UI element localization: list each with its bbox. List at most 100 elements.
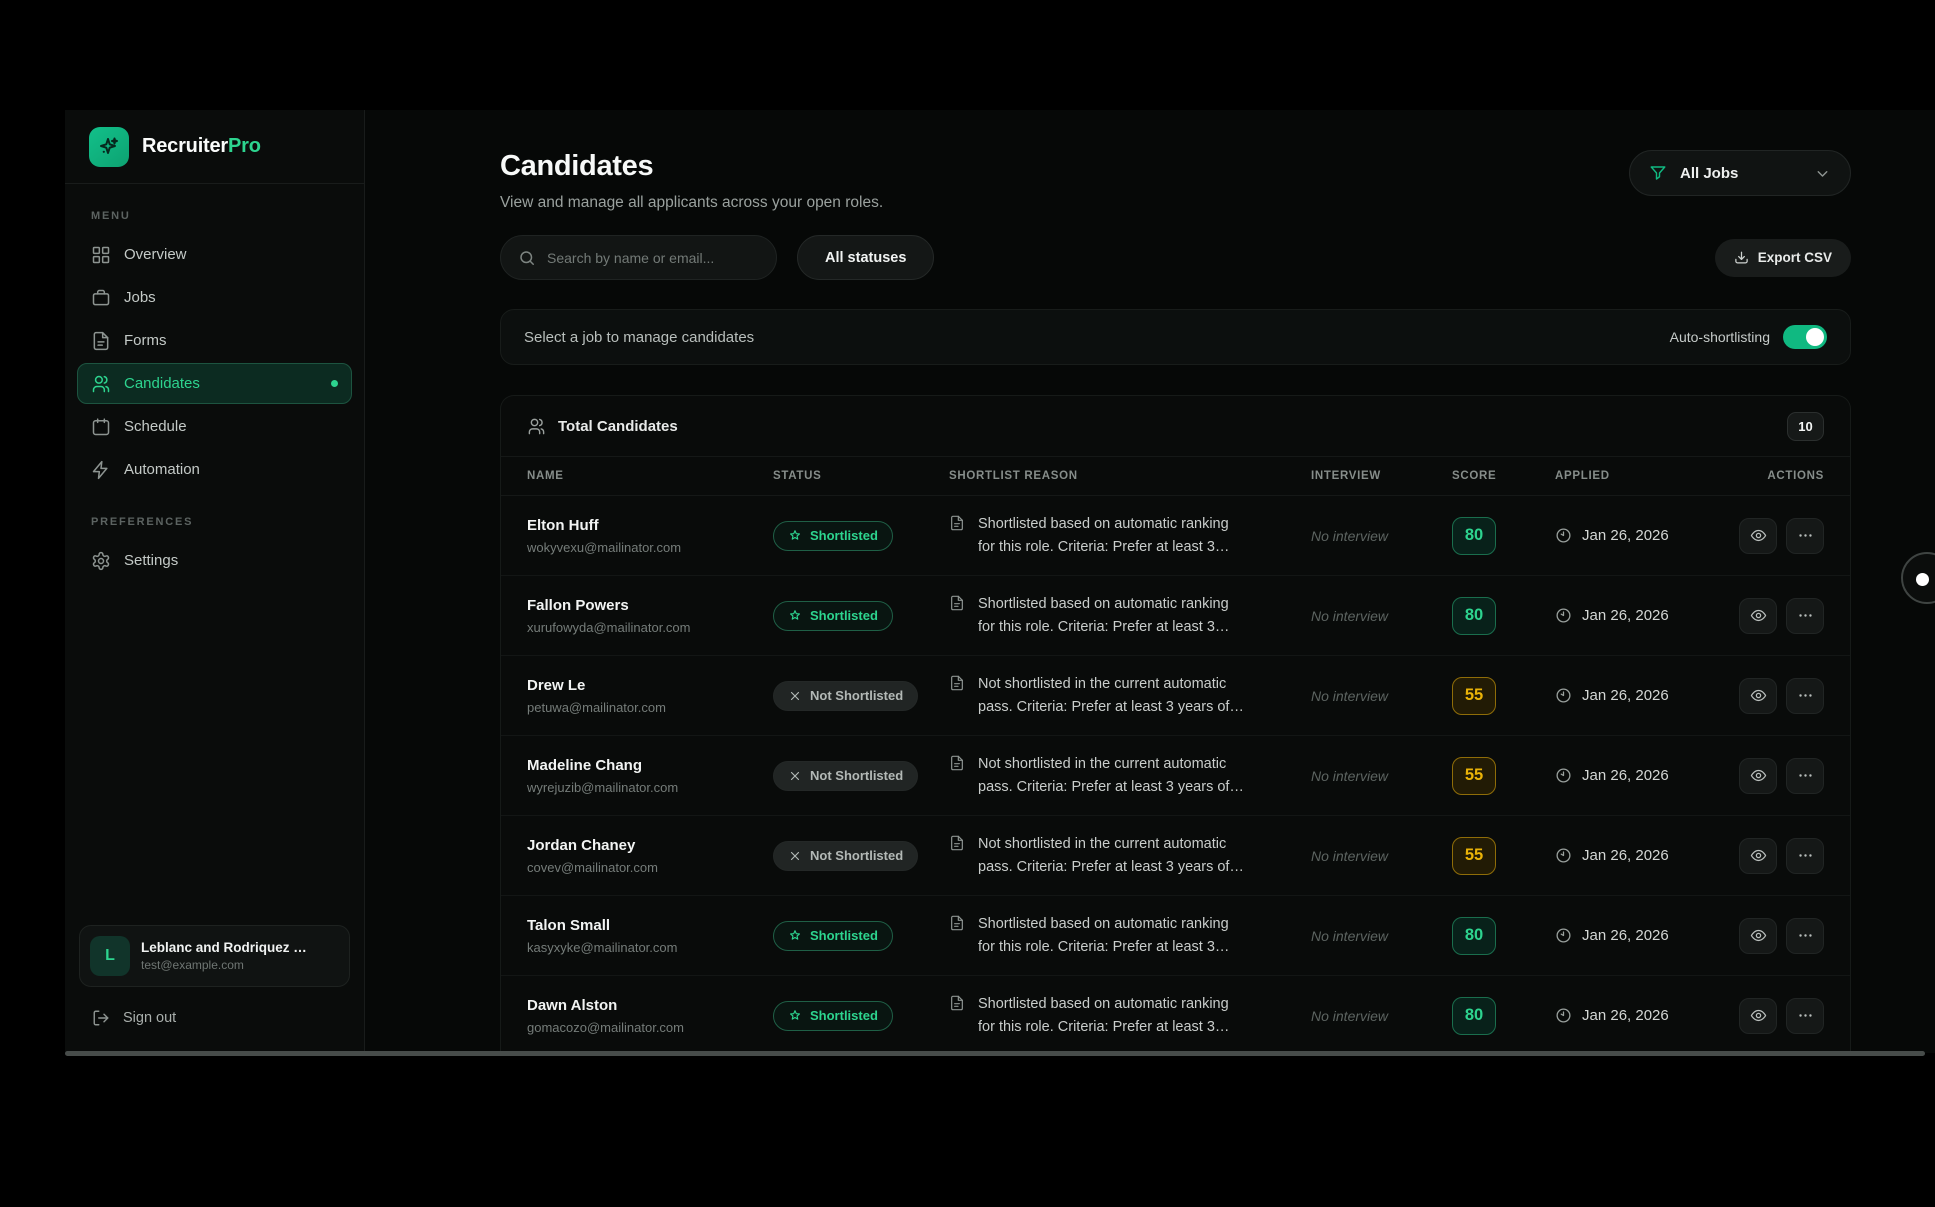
clock-icon [1555,687,1572,704]
sidebar-item-label: Candidates [124,375,200,392]
sidebar-item-label: Automation [124,461,200,478]
document-icon [949,995,965,1011]
view-candidate-button[interactable] [1739,998,1777,1034]
user-meta: Leblanc and Rodriquez Tra... test@exampl… [141,940,311,972]
applied-date: Jan 26, 2026 [1582,767,1669,784]
shortlist-reason: Shortlisted based on automatic ranking f… [978,993,1253,1038]
job-filter-dropdown[interactable]: All Jobs [1629,150,1851,196]
clock-icon [1555,847,1572,864]
page-header: Candidates View and manage all applicant… [500,150,1851,212]
score-badge: 80 [1452,997,1496,1035]
horizontal-scrollbar[interactable] [65,1051,1925,1056]
ellipsis-icon [1797,607,1814,624]
status-badge: Shortlisted [773,521,893,551]
status-badge: Shortlisted [773,1001,893,1031]
clock-icon [1555,1007,1572,1024]
sidebar-item-forms[interactable]: Forms [77,320,352,361]
search-box[interactable] [500,235,777,280]
candidate-name: Fallon Powers [527,597,773,614]
table-body: Elton Huff wokyvexu@mailinator.com Short… [501,496,1850,1055]
sidebar-item-overview[interactable]: Overview [77,234,352,275]
view-candidate-button[interactable] [1739,598,1777,634]
sidebar-item-automation[interactable]: Automation [77,449,352,490]
floating-widget-dot [1916,573,1929,586]
eye-icon [1750,687,1767,704]
score-badge: 55 [1452,837,1496,875]
candidate-name: Dawn Alston [527,997,773,1014]
status-badge: Shortlisted [773,601,893,631]
view-candidate-button[interactable] [1739,518,1777,554]
download-icon [1734,250,1749,265]
main-content: Candidates View and manage all applicant… [365,110,1935,1053]
sidebar-item-candidates[interactable]: Candidates [77,363,352,404]
calendar-icon [91,417,111,437]
export-csv-button[interactable]: Export CSV [1715,239,1851,277]
eye-icon [1750,1007,1767,1024]
main-nav: Overview Jobs Forms Candidates Schedule [65,234,364,490]
candidates-table-card: Total Candidates 10 NAME STATUS SHORTLIS… [500,395,1851,1055]
interview-status: No interview [1311,608,1452,624]
clock-icon [1555,607,1572,624]
table-title: Total Candidates [558,418,678,435]
row-menu-button[interactable] [1786,998,1824,1034]
clock-icon [1555,927,1572,944]
view-candidate-button[interactable] [1739,838,1777,874]
column-header-actions: ACTIONS [1739,470,1824,482]
eye-icon [1750,927,1767,944]
sidebar-item-schedule[interactable]: Schedule [77,406,352,447]
app-logo [89,127,129,167]
eye-icon [1750,767,1767,784]
auto-shortlisting-toggle[interactable] [1783,325,1827,349]
search-input[interactable] [547,250,759,266]
sidebar-item-label: Schedule [124,418,187,435]
star-icon [788,1009,802,1023]
table-row: Elton Huff wokyvexu@mailinator.com Short… [501,496,1850,576]
avatar: L [90,936,130,976]
row-menu-button[interactable] [1786,918,1824,954]
status-badge: Shortlisted [773,921,893,951]
shortlist-reason: Not shortlisted in the current automatic… [978,673,1268,718]
sidebar-item-settings[interactable]: Settings [77,540,352,581]
column-header-name: NAME [527,470,773,482]
users-icon [527,417,546,436]
auto-shortlisting-label: Auto-shortlisting [1670,329,1770,345]
brand-name: RecruiterPro [142,135,261,158]
status-badge-label: Shortlisted [810,608,878,623]
brand-header: RecruiterPro [65,110,364,184]
shortlist-reason: Shortlisted based on automatic ranking f… [978,593,1253,638]
row-menu-button[interactable] [1786,678,1824,714]
user-card[interactable]: L Leblanc and Rodriquez Tra... test@exam… [79,925,350,987]
score-badge: 80 [1452,597,1496,635]
user-name: Leblanc and Rodriquez Tra... [141,940,311,955]
ellipsis-icon [1797,687,1814,704]
status-badge-label: Shortlisted [810,1008,878,1023]
table-column-headers: NAME STATUS SHORTLIST REASON INTERVIEW S… [501,457,1850,496]
view-candidate-button[interactable] [1739,678,1777,714]
sparkle-icon [97,135,121,159]
sign-out-label: Sign out [123,1010,176,1026]
user-email: test@example.com [141,958,311,972]
document-icon [949,835,965,851]
row-menu-button[interactable] [1786,518,1824,554]
page-title: Candidates [500,150,883,183]
candidate-email: gomacozo@mailinator.com [527,1020,773,1035]
row-menu-button[interactable] [1786,758,1824,794]
ellipsis-icon [1797,1007,1814,1024]
sign-out-button[interactable]: Sign out [65,999,364,1053]
page-subtitle: View and manage all applicants across yo… [500,194,883,212]
eye-icon [1750,847,1767,864]
status-filter-button[interactable]: All statuses [797,235,934,280]
view-candidate-button[interactable] [1739,758,1777,794]
clock-icon [1555,767,1572,784]
score-badge: 80 [1452,917,1496,955]
row-menu-button[interactable] [1786,598,1824,634]
sidebar-item-label: Settings [124,552,178,569]
row-menu-button[interactable] [1786,838,1824,874]
view-candidate-button[interactable] [1739,918,1777,954]
sidebar-item-jobs[interactable]: Jobs [77,277,352,318]
applied-date: Jan 26, 2026 [1582,1007,1669,1024]
candidate-email: petuwa@mailinator.com [527,700,773,715]
status-filter-label: All statuses [825,250,906,266]
toggle-knob [1806,328,1824,346]
star-icon [788,609,802,623]
